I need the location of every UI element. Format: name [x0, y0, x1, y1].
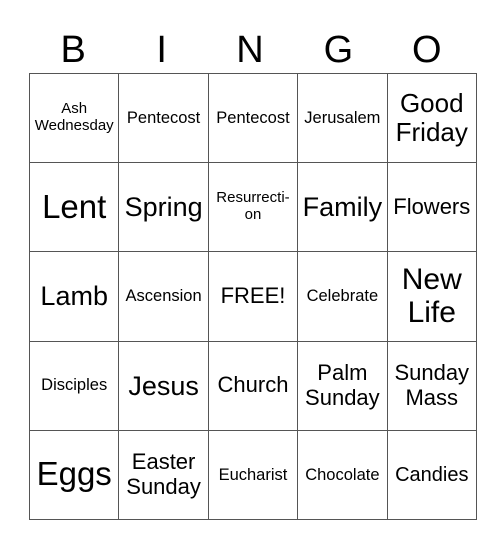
bingo-cell: Sunday Mass [386, 340, 477, 431]
bingo-cell: Family [297, 162, 388, 253]
bingo-cell: Palm Sunday [297, 340, 388, 431]
bingo-cell: Jerusalem [297, 72, 388, 164]
bingo-cell: Jesus [118, 340, 209, 431]
bingo-cell: Spring [118, 162, 209, 253]
grid-row: Lent Spring Resurrecti-on Family Flowers [28, 162, 477, 253]
grid-row: Disciples Jesus Church Palm Sunday Sunda… [28, 340, 477, 431]
bingo-cell: Ascension [118, 251, 209, 342]
bingo-cell: Resurrecti-on [207, 162, 299, 253]
grid-row: Eggs Easter Sunday Eucharist Chocolate C… [28, 429, 477, 520]
bingo-cell: Lent [28, 162, 120, 253]
bingo-cell: Easter Sunday [118, 429, 209, 520]
free-space-cell: FREE! [207, 251, 299, 342]
bingo-cell: Disciples [28, 340, 120, 431]
header-letter-i: I [156, 29, 167, 71]
header-letter-n: N [236, 29, 264, 71]
bingo-card-grid: Ash Wednesday Pentecost Pentecost Jerusa… [28, 72, 477, 520]
bingo-cell: Flowers [386, 162, 477, 253]
bingo-cell: New Life [386, 251, 477, 342]
bingo-cell: Lamb [28, 251, 120, 342]
bingo-header: B I N G O [29, 28, 471, 72]
bingo-cell: Eucharist [207, 429, 299, 520]
bingo-cell: Ash Wednesday [28, 72, 120, 164]
bingo-cell: Good Friday [386, 72, 477, 164]
header-letter-g: G [323, 29, 354, 71]
header-letter-o: O [412, 29, 442, 71]
bingo-cell: Celebrate [297, 251, 388, 342]
bingo-cell: Pentecost [207, 72, 299, 164]
bingo-cell: Church [207, 340, 299, 431]
grid-row: Ash Wednesday Pentecost Pentecost Jerusa… [28, 72, 477, 164]
header-letter-b: B [60, 29, 86, 71]
bingo-cell: Chocolate [297, 429, 388, 520]
bingo-cell: Eggs [28, 429, 120, 520]
bingo-cell: Pentecost [118, 72, 209, 164]
bingo-cell: Candies [386, 429, 477, 520]
grid-row: Lamb Ascension FREE! Celebrate New Life [28, 251, 477, 342]
